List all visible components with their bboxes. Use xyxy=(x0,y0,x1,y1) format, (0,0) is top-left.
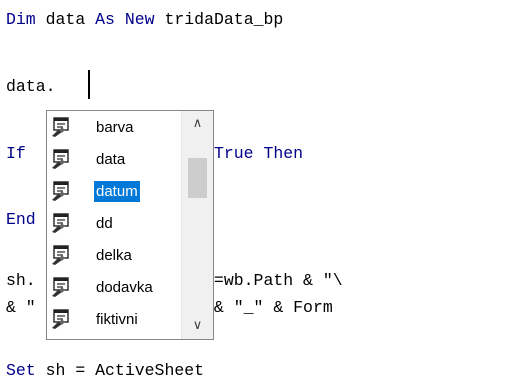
code-line[interactable]: Dim data As New tridaData_bp xyxy=(6,8,283,32)
code-keyword: True xyxy=(213,144,254,163)
text-caret xyxy=(88,70,90,99)
autocomplete-item-label: barva xyxy=(96,119,134,136)
autocomplete-item-label: delka xyxy=(96,247,132,264)
property-icon xyxy=(51,277,73,297)
autocomplete-item-label: dodavka xyxy=(96,279,153,296)
autocomplete-item[interactable]: dodavka xyxy=(47,273,181,301)
code-keyword: If xyxy=(6,144,26,163)
scroll-thumb[interactable] xyxy=(188,158,207,198)
code-line[interactable]: data. xyxy=(6,75,56,99)
autocomplete-item[interactable]: data xyxy=(47,145,181,173)
code-text: data xyxy=(35,10,96,29)
code-text: data. xyxy=(6,77,56,96)
autocomplete-scrollbar[interactable]: ∧ ∨ xyxy=(181,111,213,339)
code-keyword: End xyxy=(6,210,36,229)
autocomplete-popup: barva data datum dd delka dodavka fiktivni ∧ ∨ xyxy=(46,110,214,340)
scroll-down-arrow-icon[interactable]: ∨ xyxy=(182,313,213,339)
code-keyword: Set xyxy=(6,361,36,380)
code-keyword: Dim xyxy=(6,10,36,29)
code-line[interactable]: End xyxy=(6,208,36,232)
autocomplete-item[interactable]: dd xyxy=(47,209,181,237)
autocomplete-item-label: fiktivni xyxy=(96,311,138,328)
autocomplete-item[interactable]: delka xyxy=(47,241,181,269)
code-line[interactable]: Set sh = ActiveSheet xyxy=(6,359,204,383)
code-text: sh = ActiveSheet xyxy=(35,361,205,380)
scroll-up-arrow-icon[interactable]: ∧ xyxy=(182,111,213,137)
property-icon xyxy=(51,149,73,169)
autocomplete-list: barva data datum dd delka dodavka fiktivni xyxy=(47,111,181,339)
autocomplete-item[interactable]: barva xyxy=(47,113,181,141)
code-keyword: As xyxy=(95,10,115,29)
code-keyword: New xyxy=(124,10,155,29)
property-icon xyxy=(51,181,73,201)
code-keyword: Then xyxy=(263,144,304,163)
code-text: tridaData_bp xyxy=(154,10,284,29)
autocomplete-item-label: data xyxy=(96,151,126,168)
autocomplete-item-label: dd xyxy=(96,215,113,232)
property-icon xyxy=(51,309,73,329)
autocomplete-item[interactable]: fiktivni xyxy=(47,305,181,333)
property-icon xyxy=(51,117,73,137)
autocomplete-item-label: datum xyxy=(94,181,140,202)
autocomplete-item[interactable]: datum xyxy=(47,177,181,205)
property-icon xyxy=(51,213,73,233)
property-icon xyxy=(51,245,73,265)
